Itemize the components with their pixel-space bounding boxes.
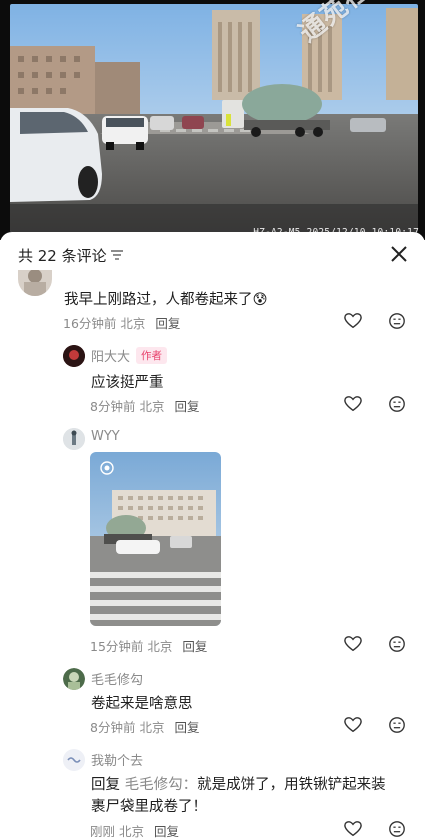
comment-author-name: WYY <box>91 429 120 444</box>
dashcam-frame <box>10 4 418 232</box>
dislike-face-icon[interactable] <box>388 820 406 838</box>
avatar[interactable] <box>63 345 85 367</box>
comment-location: 北京 <box>147 639 173 654</box>
comment-meta: 16分钟前 北京 回复 <box>63 313 180 332</box>
comment-text-line1: 就是成饼了，用铁锹铲起来装 <box>197 777 386 793</box>
comment-meta: 8分钟前 北京 回复 <box>90 717 199 736</box>
reply-button[interactable]: 回复 <box>174 720 199 735</box>
dislike-face-icon[interactable] <box>388 395 406 413</box>
comment-location: 北京 <box>119 824 145 838</box>
sort-icon[interactable] <box>110 248 124 262</box>
comment-time: 16分钟前 <box>63 316 117 331</box>
comment-sheet: 共 22 条评论 我早上刚路过，人都卷起来了😰 16分钟前 北京 回复 阳大大 … <box>0 232 425 838</box>
avatar[interactable] <box>18 270 52 296</box>
comment-text: 我早上刚路过，人都卷起来了😰 <box>64 292 268 308</box>
avatar[interactable] <box>63 428 85 450</box>
comment-meta: 15分钟前 北京 回复 <box>90 636 207 655</box>
reply-target-name[interactable]: 毛毛修勾： <box>125 777 198 793</box>
comment-text: 回复 毛毛修勾：就是成饼了，用铁锹铲起来装 <box>91 773 386 794</box>
like-heart-icon[interactable] <box>344 820 362 838</box>
comment-text: 卷起来是啥意思 <box>91 696 193 712</box>
avatar[interactable] <box>63 749 85 771</box>
video-player[interactable]: 通苑社区网 HZ-A2-M5 2025/12/10 10:10:17 <box>0 0 425 240</box>
reply-button[interactable]: 回复 <box>182 639 207 654</box>
close-icon[interactable] <box>389 244 409 264</box>
like-heart-icon[interactable] <box>344 312 362 330</box>
author-name: 阳大大 <box>91 350 131 365</box>
like-heart-icon[interactable] <box>344 635 362 653</box>
comment-sheet-header: 共 22 条评论 <box>0 232 425 278</box>
author-badge: 作者 <box>136 347 168 364</box>
comment-location: 北京 <box>139 399 165 414</box>
dashcam-scene-image <box>10 4 418 232</box>
comment-count: 共 22 条评论 <box>18 247 107 265</box>
comment-meta: 刚刚 北京 回复 <box>90 821 179 838</box>
comment-time: 刚刚 <box>90 824 116 838</box>
comment-text-line2: 裹尸袋里成卷了！ <box>91 799 207 815</box>
comment-time: 15分钟前 <box>90 639 144 654</box>
comment-meta: 8分钟前 北京 回复 <box>90 396 199 415</box>
like-heart-icon[interactable] <box>344 395 362 413</box>
comment-location: 北京 <box>139 720 165 735</box>
dislike-face-icon[interactable] <box>388 716 406 734</box>
comment-photo[interactable] <box>90 452 221 626</box>
comment-author-name: 我勒个去 <box>91 754 144 769</box>
dislike-face-icon[interactable] <box>388 635 406 653</box>
comment-time: 8分钟前 <box>90 720 136 735</box>
comment-text: 应该挺严重 <box>91 375 164 391</box>
comment-author-name: 阳大大 作者 <box>91 346 168 365</box>
reply-button[interactable]: 回复 <box>154 824 179 838</box>
reply-button[interactable]: 回复 <box>155 316 180 331</box>
reply-button[interactable]: 回复 <box>174 399 199 414</box>
reply-prefix: 回复 <box>91 777 120 793</box>
like-heart-icon[interactable] <box>344 716 362 734</box>
comment-photo-image <box>90 452 221 626</box>
comment-author-name: 毛毛修勾 <box>91 673 144 688</box>
comment-location: 北京 <box>120 316 146 331</box>
avatar[interactable] <box>63 668 85 690</box>
dislike-face-icon[interactable] <box>388 312 406 330</box>
comment-time: 8分钟前 <box>90 399 136 414</box>
